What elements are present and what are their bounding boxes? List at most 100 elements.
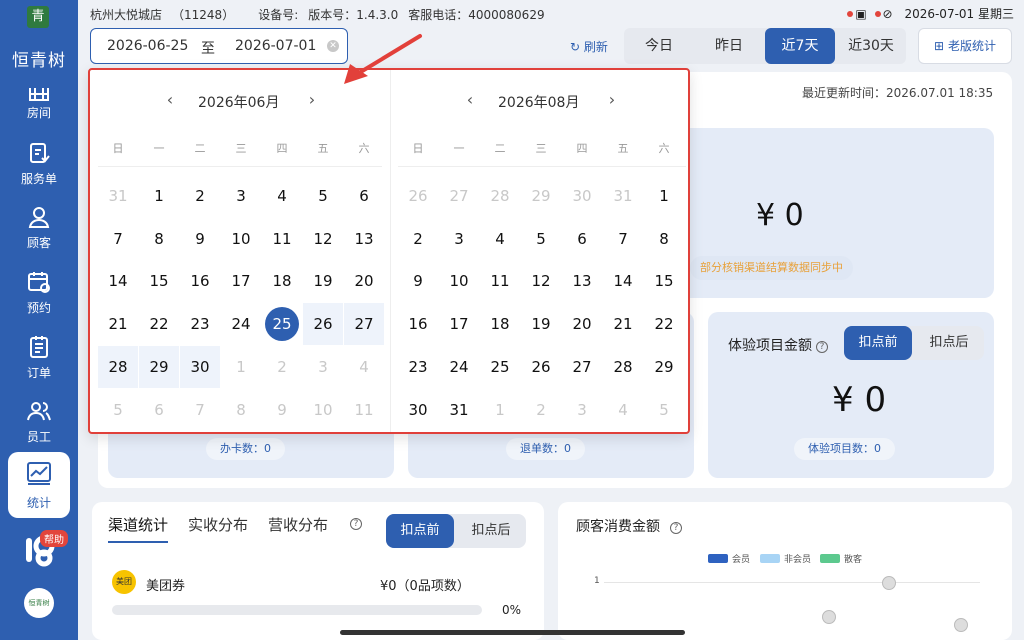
calendar-day[interactable]: 24	[439, 346, 479, 388]
calendar-day[interactable]: 24	[221, 303, 261, 345]
calendar-day[interactable]: 9	[180, 218, 220, 260]
calendar-day[interactable]: 5	[521, 218, 561, 260]
calendar-day[interactable]: 14	[603, 260, 643, 302]
prev-month-button[interactable]: ‹	[162, 90, 178, 109]
calendar-day[interactable]: 2	[398, 218, 438, 260]
calendar-day[interactable]: 19	[303, 260, 343, 302]
calendar-day[interactable]: 30	[180, 345, 220, 388]
calendar-day[interactable]: 22	[644, 303, 684, 345]
calendar-day[interactable]: 21	[98, 303, 138, 345]
before-deduct-button[interactable]: 扣点前	[844, 326, 912, 360]
calendar-day[interactable]: 11	[262, 218, 302, 260]
clear-icon[interactable]: ✕	[327, 40, 339, 52]
calendar-day[interactable]: 8	[139, 218, 179, 260]
tab-received-distribution[interactable]: 实收分布	[188, 514, 248, 535]
calendar-day[interactable]: 5	[303, 175, 343, 217]
calendar-day[interactable]: 31	[439, 389, 479, 431]
calendar-day[interactable]: 26	[521, 346, 561, 388]
calendar-day[interactable]: 15	[644, 260, 684, 302]
calendar-day[interactable]: 25	[262, 303, 302, 345]
calendar-day[interactable]: 7	[603, 218, 643, 260]
calendar-day[interactable]: 6	[344, 175, 384, 217]
refresh-button[interactable]: ↻ 刷新	[570, 38, 608, 55]
calendar-day[interactable]: 12	[303, 218, 343, 260]
legend-swatch	[760, 554, 780, 563]
calendar-day[interactable]: 4	[262, 175, 302, 217]
range-7days-button[interactable]: 近7天	[765, 28, 835, 64]
calendar-day[interactable]: 20	[562, 303, 602, 345]
calendar-day[interactable]: 27	[344, 303, 384, 346]
calendar-day-number: 31	[449, 400, 469, 419]
calendar-day[interactable]: 1	[139, 175, 179, 217]
range-yesterday-button[interactable]: 昨日	[694, 28, 764, 64]
calendar-day[interactable]: 12	[521, 260, 561, 302]
calendar-day[interactable]: 23	[398, 346, 438, 388]
calendar-day[interactable]: 22	[139, 303, 179, 345]
calendar-day-number: 15	[654, 272, 674, 291]
sidebar-item-customer[interactable]: 顾客	[0, 200, 78, 260]
question-icon[interactable]: ?	[816, 341, 828, 353]
calendar-day[interactable]: 4	[480, 218, 520, 260]
calendar-day[interactable]: 20	[344, 260, 384, 302]
calendar-day[interactable]: 26	[303, 303, 343, 346]
date-range-input[interactable]: 2026-06-25 至 2026-07-01 ✕	[90, 28, 348, 64]
next-month-button[interactable]: ›	[604, 90, 620, 109]
calendar-day-number: 27	[354, 315, 374, 334]
calendar-day[interactable]: 19	[521, 303, 561, 345]
calendar-day[interactable]: 18	[480, 303, 520, 345]
calendar-day[interactable]: 8	[644, 218, 684, 260]
calendar-day[interactable]: 3	[439, 218, 479, 260]
calendar-day[interactable]: 9	[398, 260, 438, 302]
calendar-day[interactable]: 1	[644, 175, 684, 217]
tab-revenue-distribution[interactable]: 营收分布	[268, 514, 328, 535]
calendar-day[interactable]: 21	[603, 303, 643, 345]
range-today-button[interactable]: 今日	[624, 28, 694, 64]
calendar-day[interactable]: 10	[221, 218, 261, 260]
calendar-day[interactable]: 17	[439, 303, 479, 345]
avatar[interactable]: 恒青树	[24, 588, 54, 618]
range-30days-button[interactable]: 近30天	[836, 28, 906, 64]
calendar-day-number: 16	[408, 315, 428, 334]
old-stats-button[interactable]: ⊞ 老版统计	[918, 28, 1012, 64]
calendar-day[interactable]: 18	[262, 260, 302, 302]
after-deduct-button[interactable]: 扣点后	[914, 326, 984, 360]
calendar-day[interactable]: 6	[562, 218, 602, 260]
calendar-day: 4	[344, 346, 384, 388]
calendar-day-number: 7	[195, 400, 205, 419]
calendar-day[interactable]: 15	[139, 260, 179, 302]
calendar-day-number: 17	[449, 315, 469, 334]
calendar-day[interactable]: 11	[480, 260, 520, 302]
sidebar-item-statistics[interactable]: 统计	[8, 452, 70, 518]
calendar-day[interactable]: 30	[398, 389, 438, 431]
sidebar-item-service-order[interactable]: 服务单	[0, 136, 78, 196]
calendar-day[interactable]: 28	[603, 346, 643, 388]
calendar-day[interactable]: 28	[98, 345, 138, 388]
tab-channel-stats[interactable]: 渠道统计	[108, 514, 169, 543]
calendar-day[interactable]: 25	[480, 346, 520, 388]
before-deduct-button[interactable]: 扣点前	[386, 514, 454, 548]
calendar-day[interactable]: 17	[221, 260, 261, 302]
next-month-button[interactable]: ›	[304, 90, 320, 109]
calendar-day[interactable]: 13	[344, 218, 384, 260]
calendar-day[interactable]: 10	[439, 260, 479, 302]
calendar-day[interactable]: 29	[139, 345, 179, 388]
calendar-day[interactable]: 14	[98, 260, 138, 302]
sidebar-item-order[interactable]: 订单	[0, 330, 78, 390]
calendar-day[interactable]: 16	[398, 303, 438, 345]
calendar-day[interactable]: 23	[180, 303, 220, 345]
calendar-day[interactable]: 2	[180, 175, 220, 217]
calendar-day[interactable]: 7	[98, 218, 138, 260]
sidebar-item-room[interactable]: 房间	[0, 76, 78, 136]
prev-month-button[interactable]: ‹	[462, 90, 478, 109]
calendar-day[interactable]: 16	[180, 260, 220, 302]
sidebar-item-appointment[interactable]: 预约	[0, 265, 78, 325]
after-deduct-button[interactable]: 扣点后	[456, 514, 526, 548]
question-icon[interactable]: ?	[670, 522, 682, 534]
help-badge[interactable]: 帮助	[40, 530, 68, 547]
calendar-day[interactable]: 3	[221, 175, 261, 217]
question-icon[interactable]: ?	[350, 518, 362, 530]
calendar-day[interactable]: 27	[562, 346, 602, 388]
calendar-day[interactable]: 13	[562, 260, 602, 302]
sidebar-item-staff[interactable]: 员工	[0, 394, 78, 454]
calendar-day[interactable]: 29	[644, 346, 684, 388]
